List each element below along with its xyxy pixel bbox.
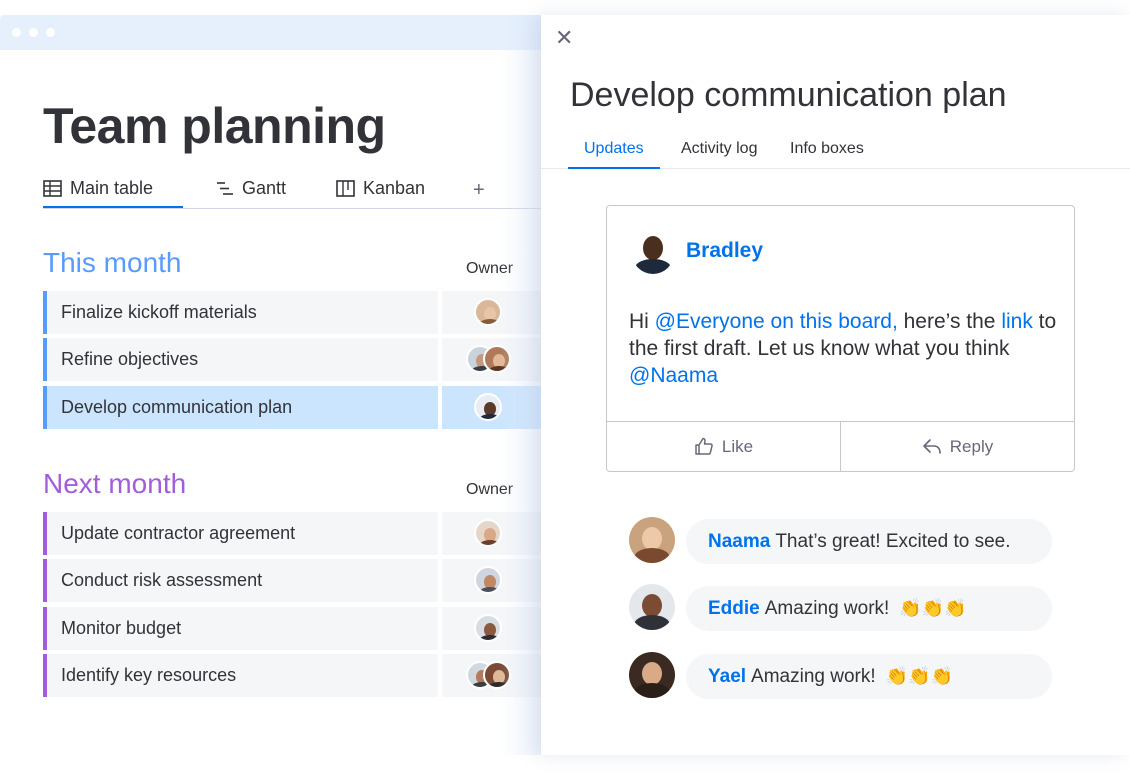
mention-everyone[interactable]: @Everyone on this board, (655, 310, 898, 333)
board: Team planning Main table Gantt Kanban + … (0, 15, 560, 755)
update-card: Bradley Hi @Everyone on this board, here… (606, 205, 1075, 472)
reply-icon (922, 439, 941, 454)
panel-tabs: Updates Activity log Info boxes (541, 133, 1130, 169)
tab-kanban[interactable]: Kanban (336, 178, 425, 199)
add-view-button[interactable]: + (473, 179, 485, 202)
avatar (474, 298, 502, 326)
reply-item: Naama That’s great! Excited to see. (629, 517, 1089, 567)
tab-label: Gantt (242, 178, 287, 198)
group-title-this-month[interactable]: This month (43, 247, 182, 279)
table-row[interactable]: Refine objectives (43, 338, 438, 381)
item-name: Monitor budget (61, 618, 182, 638)
table-icon (43, 180, 62, 197)
table-row[interactable]: Finalize kickoff materials (43, 291, 438, 334)
item-name: Finalize kickoff materials (61, 302, 257, 322)
item-panel: ✕ Develop communication plan Updates Act… (541, 15, 1130, 755)
table-row-selected[interactable]: Develop communication plan (43, 386, 438, 429)
tab-label: Main table (70, 178, 154, 198)
item-name: Identify key resources (61, 665, 237, 685)
table-row[interactable]: Identify key resources (43, 654, 438, 697)
view-tabs: Main table Gantt Kanban + (43, 175, 543, 209)
window-dot (46, 28, 55, 37)
kanban-icon (336, 180, 355, 197)
tab-activity-log[interactable]: Activity log (681, 140, 757, 158)
reply-text: Amazing work! (751, 665, 876, 687)
window-titlebar (0, 15, 560, 50)
table-row[interactable]: Update contractor agreement (43, 512, 438, 555)
avatar (474, 393, 502, 421)
avatar (629, 517, 675, 563)
table-row[interactable]: Conduct risk assessment (43, 559, 438, 602)
reply-bubble: Eddie Amazing work! 👏👏👏 (686, 586, 1052, 631)
post-text: Hi @Everyone on this board, here’s the l… (629, 308, 1059, 389)
reply-text: Amazing work! (764, 597, 890, 619)
mention-naama[interactable]: @Naama (629, 364, 718, 387)
reply-label: Reply (949, 436, 994, 456)
avatar (474, 614, 502, 642)
tab-main-table[interactable]: Main table (43, 178, 183, 208)
group-title-next-month[interactable]: Next month (43, 468, 186, 500)
panel-title: Develop communication plan (570, 76, 1007, 114)
gantt-icon (217, 182, 233, 195)
item-name: Update contractor agreement (61, 523, 296, 543)
reply-button[interactable]: Reply (840, 422, 1074, 471)
tab-label: Kanban (363, 178, 426, 198)
reply-bubble: Naama That’s great! Excited to see. (686, 519, 1052, 564)
window-dot (29, 28, 38, 37)
avatar (629, 652, 675, 698)
clapping-hands-icon: 👏👏👏 (899, 598, 967, 618)
tab-gantt[interactable]: Gantt (215, 178, 286, 199)
window-dot (12, 28, 21, 37)
reply-item: Yael Amazing work! 👏👏👏 (629, 652, 1089, 702)
table-row[interactable]: Monitor budget (43, 607, 438, 650)
post-link[interactable]: link (1001, 310, 1033, 333)
item-name: Conduct risk assessment (61, 570, 263, 590)
tab-info-boxes[interactable]: Info boxes (790, 140, 864, 158)
avatar (474, 519, 502, 547)
avatar (474, 566, 502, 594)
reply-text: That’s great! Excited to see. (775, 530, 1011, 552)
item-name: Develop communication plan (61, 397, 293, 417)
like-button[interactable]: Like (607, 422, 840, 471)
panel-shadow (500, 15, 545, 755)
reply-author[interactable]: Eddie (708, 598, 760, 620)
tab-updates[interactable]: Updates (568, 140, 660, 169)
post-text-part: here’s the (897, 310, 1002, 333)
thumbs-up-icon (695, 437, 713, 455)
reply-author[interactable]: Naama (708, 531, 770, 553)
avatar (632, 232, 674, 274)
like-label: Like (721, 436, 754, 456)
post-text-part: Hi (629, 310, 655, 333)
clapping-hands-icon: 👏👏👏 (885, 666, 953, 686)
reply-item: Eddie Amazing work! 👏👏👏 (629, 584, 1089, 634)
post-actions: Like Reply (607, 421, 1074, 471)
item-name: Refine objectives (61, 349, 199, 369)
reply-bubble: Yael Amazing work! 👏👏👏 (686, 654, 1052, 699)
board-title: Team planning (43, 98, 386, 154)
reply-author[interactable]: Yael (708, 666, 746, 688)
avatar (629, 584, 675, 630)
close-icon[interactable]: ✕ (555, 27, 573, 49)
post-author[interactable]: Bradley (686, 239, 763, 263)
